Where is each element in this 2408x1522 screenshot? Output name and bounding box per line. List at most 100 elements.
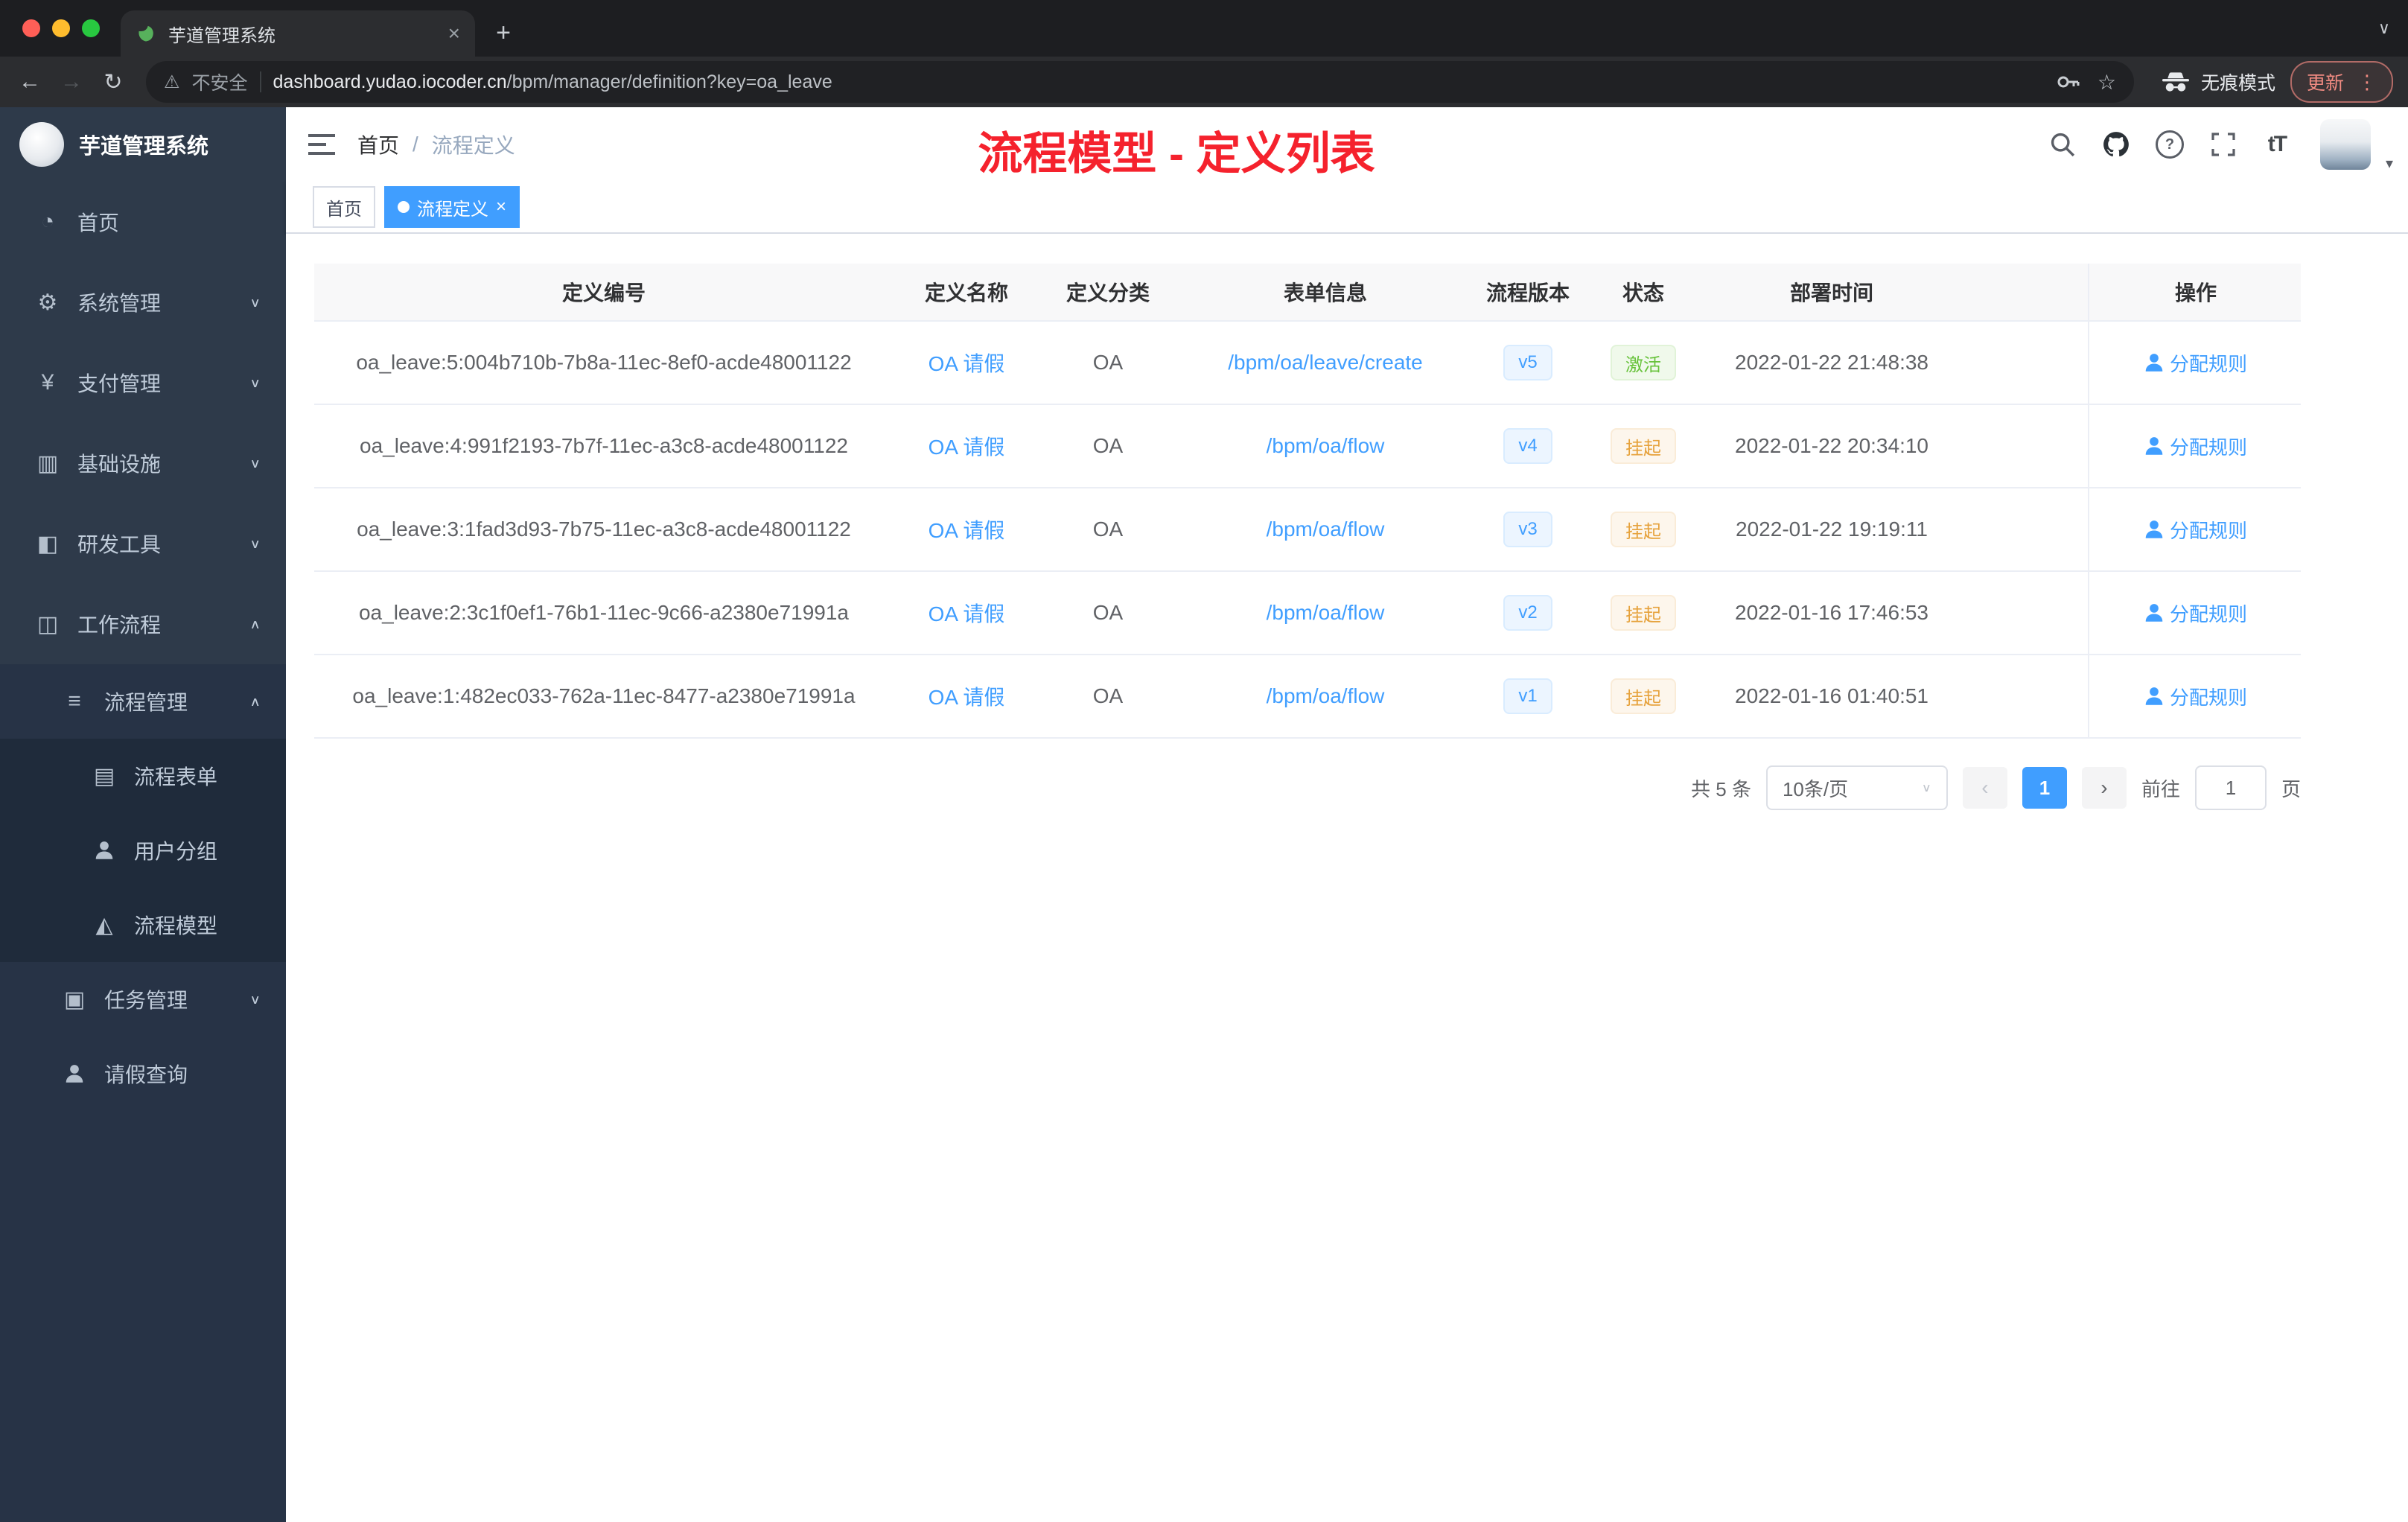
incognito-label: 无痕模式 <box>2200 73 2275 94</box>
tag-home[interactable]: 首页 <box>313 186 375 228</box>
url-text[interactable]: dashboard.yudao.iocoder.cn/bpm/manager/d… <box>273 71 832 93</box>
table-header-row: 定义编号 定义名称 定义分类 表单信息 流程版本 状态 部署时间 操作 <box>314 264 2301 322</box>
page-content: 定义编号 定义名称 定义分类 表单信息 流程版本 状态 部署时间 操作 oa_l… <box>286 234 2408 1522</box>
column-header: 表单信息 <box>1283 281 1367 305</box>
sidebar-item-workflow[interactable]: ◫ 工作流程 ∧ <box>0 584 286 664</box>
maximize-window-icon[interactable] <box>82 19 100 37</box>
new-tab-button[interactable]: + <box>484 13 523 52</box>
sidebar-item-task-management[interactable]: ▣ 任务管理 ∨ <box>0 962 286 1037</box>
help-icon[interactable]: ? <box>2147 107 2192 182</box>
chevron-down-icon: ∨ <box>1921 781 1931 795</box>
deployed-time: 2022-01-22 19:19:11 <box>1736 518 1928 541</box>
person-icon <box>2144 603 2164 623</box>
form-link: /bpm/oa/flow <box>1266 684 1385 707</box>
password-key-icon[interactable] <box>2056 70 2080 94</box>
forward-icon[interactable]: → <box>51 61 92 103</box>
user-group-icon <box>88 841 121 860</box>
incognito-badge: 无痕模式 <box>2161 69 2275 95</box>
user-avatar[interactable] <box>2319 119 2371 170</box>
sidebar-item-label: 流程模型 <box>134 914 218 937</box>
definition-name-link: OA 请假 <box>928 519 1005 542</box>
bookmark-star-icon[interactable]: ☆ <box>2098 70 2116 95</box>
tag-label: 首页 <box>326 199 362 220</box>
sidebar-item-user-group[interactable]: 用户分组 <box>0 813 286 888</box>
sidebar-item-label: 用户分组 <box>134 840 218 863</box>
table-row: oa_leave:2:3c1f0ef1-76b1-11ec-9c66-a2380… <box>314 572 2301 655</box>
tag-process-definition[interactable]: 流程定义 × <box>384 186 520 228</box>
avatar-caret-icon[interactable]: ▾ <box>2386 154 2393 173</box>
status-badge: 挂起 <box>1582 572 1705 654</box>
chevron-up-icon: ∧ <box>249 617 261 631</box>
assign-rule-button[interactable]: 分配规则 <box>2144 349 2247 377</box>
column-header: 定义名称 <box>924 281 1008 305</box>
assign-rule-button[interactable]: 分配规则 <box>2144 683 2247 710</box>
sidebar-item-system-management[interactable]: ⚙ 系统管理 ∨ <box>0 262 286 343</box>
sidebar-item-payment-management[interactable]: ¥ 支付管理 ∨ <box>0 343 286 423</box>
chevron-down-icon: ∨ <box>249 296 261 310</box>
browser-update-button[interactable]: 更新 ⋮ <box>2290 61 2393 103</box>
sidebar-logo[interactable]: 芋道管理系统 <box>0 107 286 182</box>
status-badge: 挂起 <box>1582 655 1705 737</box>
navbar: 首页 / 流程定义 流程模型 - 定义列表 ? tT ▾ <box>286 107 2408 182</box>
person-icon <box>2144 520 2164 539</box>
security-label[interactable]: 不安全 <box>192 69 248 95</box>
form-link: /bpm/oa/flow <box>1266 601 1385 624</box>
assign-rule-button[interactable]: 分配规则 <box>2144 433 2247 460</box>
breadcrumb-home[interactable]: 首页 <box>357 130 399 159</box>
version-badge: v2 <box>1474 572 1582 654</box>
reload-icon[interactable]: ↻ <box>92 61 134 103</box>
page-unit-label: 页 <box>2281 777 2301 800</box>
sidebar-item-process-management[interactable]: ≡ 流程管理 ∧ <box>0 664 286 739</box>
definition-name-link: OA 请假 <box>928 436 1005 459</box>
prev-page-button[interactable]: ‹ <box>1962 767 2007 809</box>
page-size-select[interactable]: 10条/页 ∨ <box>1765 765 1948 810</box>
tab-close-icon[interactable]: × <box>448 22 460 45</box>
row-filler <box>1958 655 2088 737</box>
navbar-actions: ? tT ▾ <box>2040 107 2408 182</box>
minimize-window-icon[interactable] <box>52 19 70 37</box>
fullscreen-icon[interactable] <box>2201 107 2246 182</box>
sidebar-item-infrastructure[interactable]: ▥ 基础设施 ∨ <box>0 423 286 503</box>
browser-tab-strip: 芋道管理系统 × + ∨ <box>0 0 2408 57</box>
sidebar-item-leave-query[interactable]: 请假查询 <box>0 1037 286 1111</box>
goto-page-input[interactable]: 1 <box>2194 765 2267 810</box>
version-badge: v4 <box>1474 405 1582 487</box>
assign-rule-button[interactable]: 分配规则 <box>2144 599 2247 627</box>
person-icon <box>2144 687 2164 706</box>
question-glyph: ? <box>2155 130 2184 159</box>
page-number-button[interactable]: 1 <box>2022 767 2067 809</box>
sidebar-item-home[interactable]: ◔ 首页 <box>0 182 286 262</box>
tab-search-chevron-icon[interactable]: ∨ <box>2378 19 2408 38</box>
github-icon[interactable] <box>2094 107 2138 182</box>
back-icon[interactable]: ← <box>9 61 51 103</box>
column-header: 部署时间 <box>1789 281 1873 305</box>
search-icon[interactable] <box>2040 107 2085 182</box>
sidebar-item-dev-tools[interactable]: ◧ 研发工具 ∨ <box>0 503 286 584</box>
version-badge: v3 <box>1474 488 1582 570</box>
sidebar-item-label: 研发工具 <box>77 533 162 556</box>
browser-tab[interactable]: 芋道管理系统 × <box>121 10 475 57</box>
app: 芋道管理系统 ◔ 首页 ⚙ 系统管理 ∨ ¥ 支付管理 ∨ ▥ 基础设施 ∨ ◧… <box>0 107 2408 1522</box>
close-window-icon[interactable] <box>22 19 40 37</box>
sidebar-item-process-form[interactable]: ▤ 流程表单 <box>0 739 286 813</box>
sidebar-collapse-icon[interactable] <box>286 134 357 155</box>
browser-menu-icon[interactable]: ⋮ <box>2357 71 2377 94</box>
font-size-icon[interactable]: tT <box>2255 107 2299 182</box>
tag-close-icon[interactable]: × <box>496 198 506 216</box>
definition-id: oa_leave:2:3c1f0ef1-76b1-11ec-9c66-a2380… <box>358 601 849 624</box>
chevron-down-icon: ∨ <box>249 376 261 390</box>
assign-rule-button[interactable]: 分配规则 <box>2144 516 2247 544</box>
address-bar[interactable]: ⚠ 不安全 dashboard.yudao.iocoder.cn/bpm/man… <box>146 61 2134 103</box>
person-icon <box>2144 353 2164 372</box>
sidebar-item-label: 请假查询 <box>104 1063 188 1086</box>
document-icon: ▤ <box>93 763 115 789</box>
tag-label: 流程定义 <box>417 199 488 220</box>
window-controls <box>0 0 121 57</box>
row-actions: 分配规则 <box>2088 655 2302 737</box>
screen: 芋道管理系统 × + ∨ ← → ↻ ⚠ 不安全 dashboard.yudao… <box>0 0 2408 1522</box>
chevron-down-icon: ∨ <box>249 537 261 551</box>
sidebar-item-process-model[interactable]: ◭ 流程模型 <box>0 888 286 962</box>
sidebar-item-label: 系统管理 <box>77 292 162 315</box>
browser-toolbar: ← → ↻ ⚠ 不安全 dashboard.yudao.iocoder.cn/b… <box>0 57 2408 107</box>
next-page-button[interactable]: › <box>2081 767 2127 809</box>
